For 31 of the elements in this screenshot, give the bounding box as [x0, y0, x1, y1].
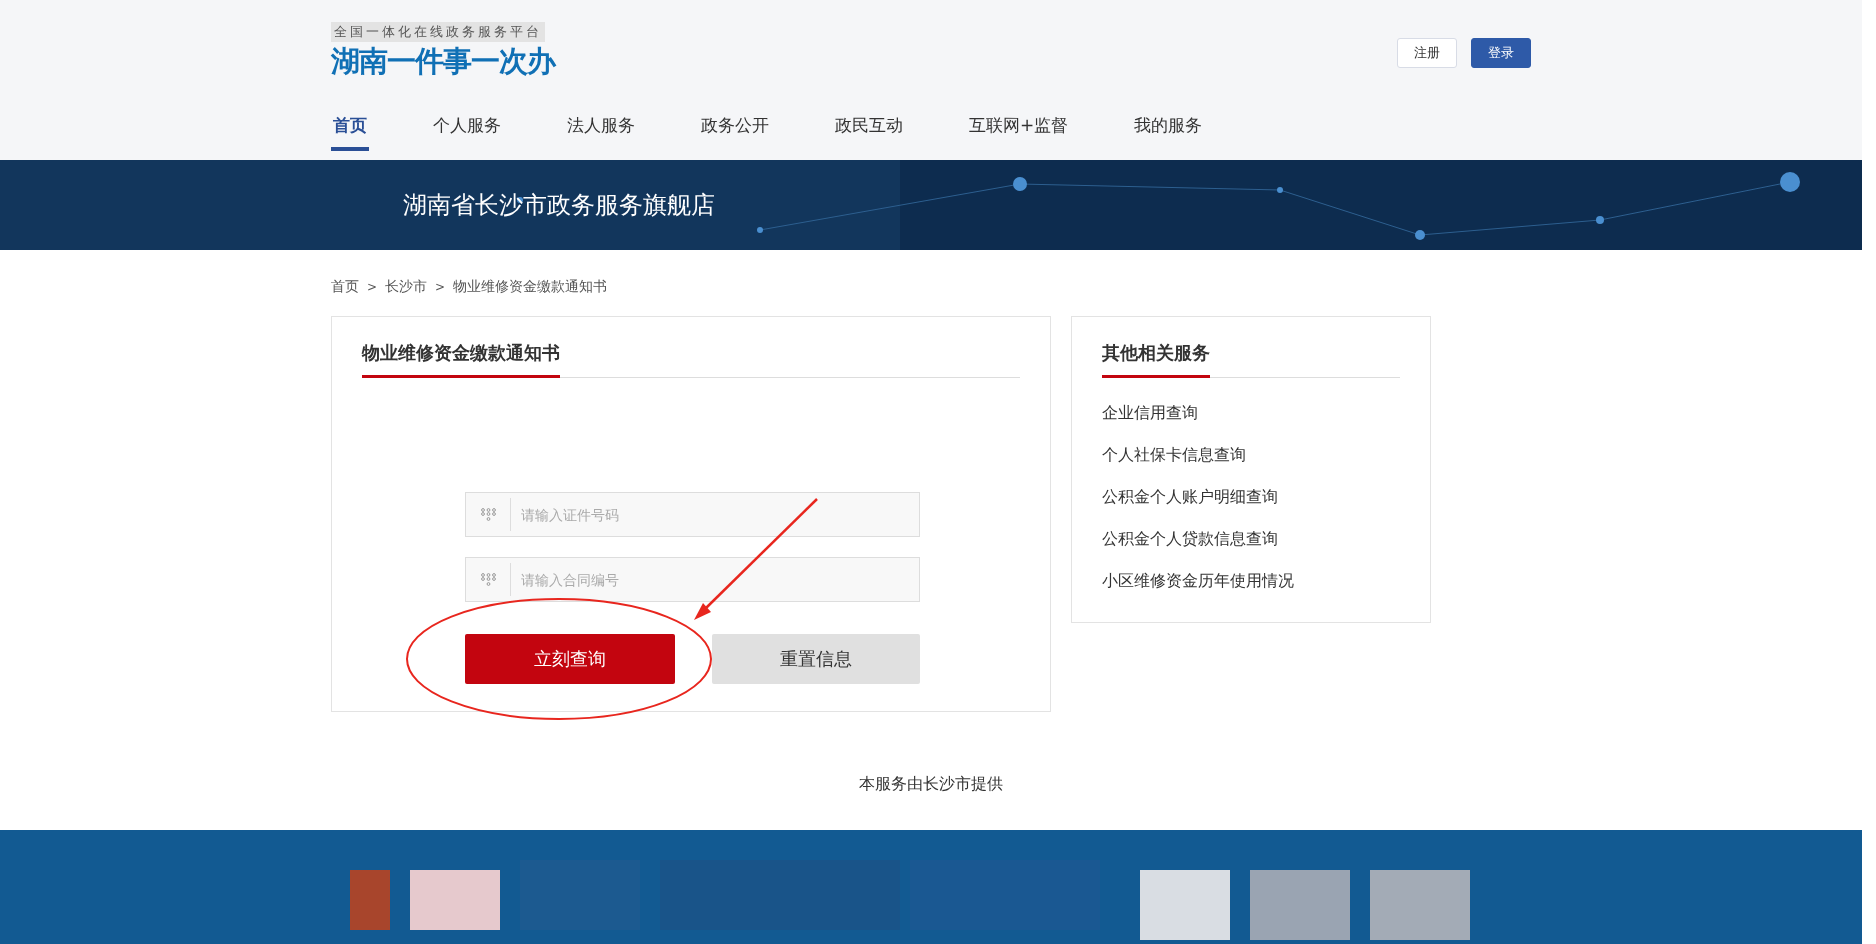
nav-tab[interactable]: 政务公开: [699, 114, 771, 151]
service-link[interactable]: 公积金个人账户明细查询: [1102, 486, 1278, 508]
reset-button[interactable]: 重置信息: [712, 634, 920, 684]
breadcrumb-link[interactable]: 物业维修资金缴款通知书: [453, 278, 608, 296]
nav-tab[interactable]: 个人服务: [431, 114, 503, 151]
keypad-icon: [480, 507, 496, 522]
service-link[interactable]: 公积金个人贷款信息查询: [1102, 528, 1278, 550]
query-button[interactable]: 立刻查询: [465, 634, 675, 684]
site-logo[interactable]: 湖南一件事一次办: [331, 42, 555, 80]
form-title: 物业维修资金缴款通知书: [362, 341, 560, 378]
service-link[interactable]: 小区维修资金历年使用情况: [1102, 570, 1294, 592]
nav-tab[interactable]: 法人服务: [565, 114, 637, 151]
breadcrumb-link[interactable]: 首页: [331, 278, 359, 296]
platform-label: 全国一体化在线政务服务平台: [331, 22, 545, 42]
login-button[interactable]: 登录: [1471, 38, 1531, 68]
breadcrumb-separator: >: [367, 280, 378, 294]
service-link[interactable]: 企业信用查询: [1102, 402, 1198, 424]
nav-tab[interactable]: 政民互动: [833, 114, 905, 151]
nav-tab[interactable]: 互联网+监督: [967, 114, 1071, 151]
provider-note: 本服务由长沙市提供: [858, 774, 1004, 795]
breadcrumb-link[interactable]: 长沙市: [385, 278, 428, 296]
input-field[interactable]: 请输入证件号码: [465, 492, 920, 537]
input-field[interactable]: 请输入合同编号: [465, 557, 920, 602]
banner-title: 湖南省长沙市政务服务旗舰店: [403, 190, 715, 221]
related-title: 其他相关服务: [1102, 341, 1210, 378]
nav-tab[interactable]: 我的服务: [1132, 114, 1205, 151]
service-link[interactable]: 个人社保卡信息查询: [1102, 444, 1246, 466]
nav-tab[interactable]: 首页: [331, 114, 369, 151]
breadcrumb-separator: >: [435, 280, 446, 294]
register-button[interactable]: 注册: [1397, 38, 1457, 68]
keypad-icon: [480, 572, 496, 587]
